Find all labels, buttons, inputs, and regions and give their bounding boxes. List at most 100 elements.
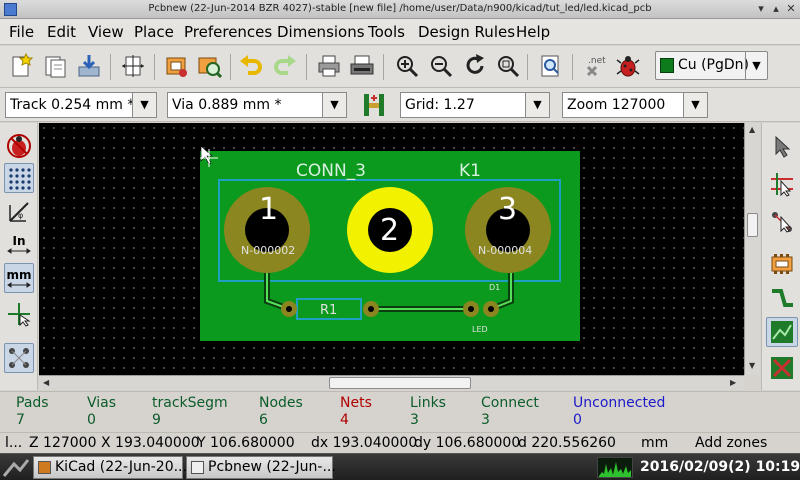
undo-icon[interactable]	[236, 51, 266, 81]
status-bar: l... Z 127000 X 193.040000 Y 106.680000 …	[0, 432, 800, 453]
polar-coords-icon[interactable]: φ	[4, 197, 34, 227]
status-zoom: Z 127000	[29, 435, 97, 451]
task-pcbnew-label: Pcbnew (22-Jun-...	[208, 459, 336, 475]
task-kicad[interactable]: KiCad (22-Jun-20...	[33, 456, 187, 479]
page-settings-icon[interactable]	[118, 51, 148, 81]
pad-2-number: 2	[380, 213, 399, 248]
select-arrow-icon[interactable]	[766, 131, 798, 161]
new-board-icon[interactable]	[6, 51, 36, 81]
layer-color-swatch	[660, 58, 674, 73]
close-icon[interactable]: ✕	[784, 2, 798, 16]
chevron-down-icon[interactable]: ▼	[745, 52, 767, 79]
menu-file[interactable]: File	[9, 23, 34, 41]
stat-pads: Pads 7	[16, 395, 49, 428]
zoom-select[interactable]: Zoom 127000 ▼	[562, 92, 708, 118]
grid-select[interactable]: Grid: 1.27 ▼	[400, 92, 550, 118]
zoom-out-icon[interactable]	[426, 51, 456, 81]
print-icon[interactable]	[314, 51, 344, 81]
window-title: Pcbnew (22-Jun-2014 BZR 4027)-stable [ne…	[148, 3, 652, 14]
grid-toggle-icon[interactable]	[4, 163, 34, 193]
menu-preferences[interactable]: Preferences	[184, 23, 272, 41]
minimize-icon[interactable]: ▾	[754, 2, 768, 16]
redo-icon[interactable]	[270, 51, 300, 81]
vertical-scrollbar[interactable]: ▲ ▼	[744, 123, 760, 375]
chevron-down-icon[interactable]: ▼	[132, 93, 156, 117]
board-drawing: CONN_3 K1 1 2 3 N-000002 N-000004 R1 D1 …	[200, 145, 580, 341]
options-toolbar: Track 0.254 mm * ▼ Via 0.889 mm * ▼ Grid…	[0, 88, 800, 122]
maximize-icon[interactable]: ▴	[769, 2, 783, 16]
status-dx: dx 193.040000	[311, 435, 418, 451]
find-icon[interactable]	[536, 51, 566, 81]
vertical-scroll-thumb[interactable]	[747, 213, 758, 237]
units-mm-button[interactable]: mm	[4, 263, 34, 293]
module-viewer-icon[interactable]	[194, 51, 224, 81]
horizontal-scroll-thumb[interactable]	[329, 377, 471, 389]
board-statistics: Pads 7 Vias 0 trackSegm 9 Nodes 6 Nets 4 Link…	[0, 391, 800, 431]
drc-bug-icon[interactable]	[613, 51, 643, 81]
footprint-value: K1	[459, 161, 481, 181]
add-footprint-icon[interactable]	[766, 249, 798, 279]
units-inch-button[interactable]: In	[4, 229, 34, 259]
menu-bar: File Edit View Place Preferences Dimensi…	[0, 19, 800, 45]
stat-track-segments: trackSegm 9	[152, 395, 228, 428]
menu-tools[interactable]: Tools	[368, 23, 405, 41]
right-toolbar	[761, 123, 800, 390]
stat-nodes: Nodes 6	[259, 395, 303, 428]
stat-unconnected: Unconnected 0	[573, 395, 666, 428]
drc-off-icon[interactable]	[4, 131, 34, 161]
chevron-down-icon[interactable]: ▼	[683, 93, 707, 117]
save-board-icon[interactable]	[74, 51, 104, 81]
cursor-shape-icon[interactable]	[4, 299, 34, 329]
stat-connect: Connect 3	[481, 395, 539, 428]
scroll-right-icon[interactable]: ▶	[730, 378, 736, 387]
title-bar: Pcbnew (22-Jun-2014 BZR 4027)-stable [ne…	[0, 0, 800, 19]
task-kicad-label: KiCad (22-Jun-20...	[55, 459, 187, 475]
scroll-up-icon[interactable]: ▲	[749, 125, 755, 134]
track-width-select[interactable]: Track 0.254 mm * ▼	[5, 92, 157, 118]
pcb-canvas[interactable]: CONN_3 K1 1 2 3 N-000002 N-000004 R1 D1 …	[39, 123, 744, 375]
netlist-icon[interactable]: .net	[580, 51, 610, 81]
add-track-icon[interactable]	[766, 283, 798, 313]
menu-dimensions[interactable]: Dimensions	[277, 23, 365, 41]
led-label: LED	[472, 325, 488, 334]
horizontal-scrollbar[interactable]: ◀ ▶	[39, 375, 744, 390]
menu-help[interactable]: Help	[516, 23, 550, 41]
stat-vias: Vias 0	[87, 395, 117, 428]
zoom-in-icon[interactable]	[392, 51, 422, 81]
menu-place[interactable]: Place	[134, 23, 174, 41]
svg-text:φ: φ	[18, 211, 23, 220]
highlight-net-icon[interactable]	[766, 169, 798, 199]
open-board-icon[interactable]	[40, 51, 70, 81]
start-menu-icon[interactable]	[2, 456, 30, 479]
auto-track-width-icon[interactable]	[359, 90, 389, 120]
layer-select-value: Cu (PgDn)	[678, 57, 750, 73]
pad-3-number: 3	[498, 192, 517, 227]
status-units: mm	[641, 435, 669, 451]
via-size-select[interactable]: Via 0.889 mm * ▼	[167, 92, 347, 118]
pad-1-number: 1	[259, 192, 278, 227]
add-keepout-icon[interactable]	[766, 353, 798, 383]
plot-icon[interactable]	[347, 51, 377, 81]
scroll-left-icon[interactable]: ◀	[43, 378, 49, 387]
status-x: X 193.040000	[101, 435, 200, 451]
menu-view[interactable]: View	[88, 23, 124, 41]
pcbnew-app-icon	[191, 461, 204, 474]
show-ratsnest-icon[interactable]	[4, 343, 34, 373]
scroll-down-icon[interactable]: ▼	[749, 361, 755, 370]
footprint-reference: CONN_3	[296, 161, 366, 181]
task-pcbnew[interactable]: Pcbnew (22-Jun-...	[186, 456, 336, 479]
add-zone-icon[interactable]	[766, 317, 798, 347]
left-toolbar: φ In mm	[0, 123, 38, 390]
local-ratsnest-icon[interactable]	[766, 207, 798, 237]
zoom-value: Zoom 127000	[567, 97, 666, 113]
module-editor-icon[interactable]	[161, 51, 191, 81]
zoom-fit-icon[interactable]	[493, 51, 523, 81]
grid-value: Grid: 1.27	[405, 97, 475, 113]
redraw-icon[interactable]	[460, 51, 490, 81]
chevron-down-icon[interactable]: ▼	[525, 93, 549, 117]
chevron-down-icon[interactable]: ▼	[322, 93, 346, 117]
layer-select[interactable]: Cu (PgDn) ▼	[655, 51, 768, 80]
menu-design-rules[interactable]: Design Rules	[418, 23, 515, 41]
menu-edit[interactable]: Edit	[47, 23, 76, 41]
resistor-label: R1	[320, 303, 337, 318]
